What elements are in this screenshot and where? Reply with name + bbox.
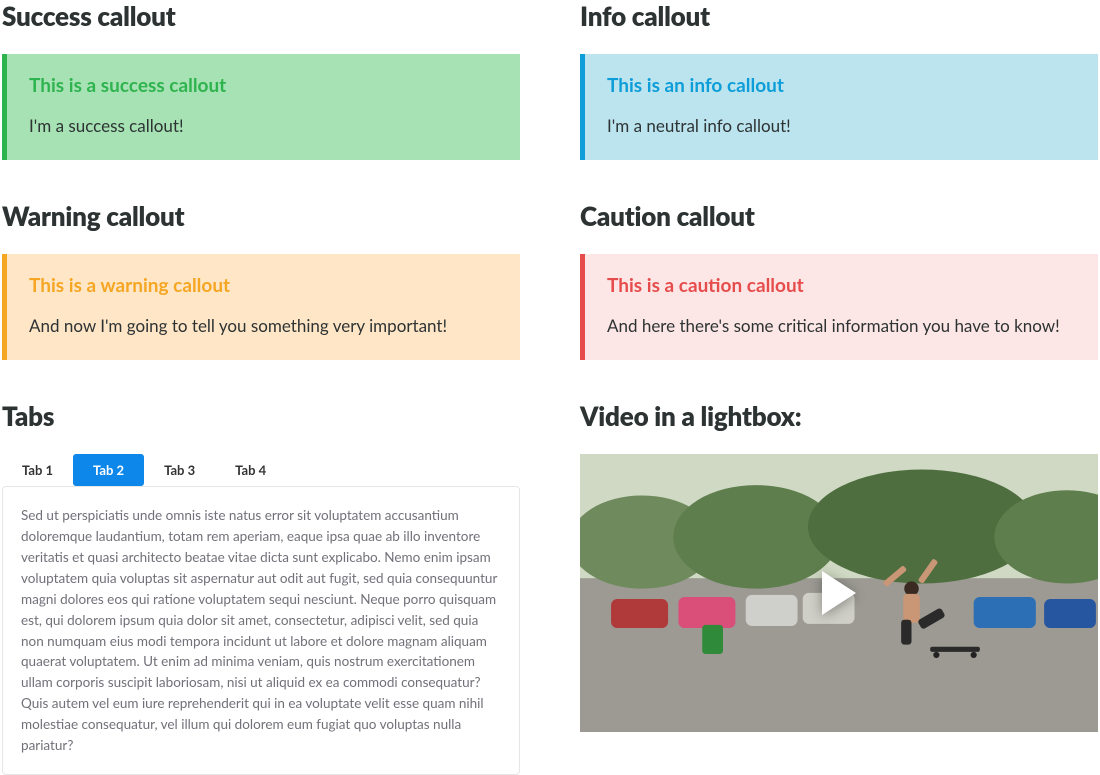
play-icon — [822, 571, 856, 615]
tab-1[interactable]: Tab 1 — [2, 454, 73, 486]
tab-panel: Sed ut perspiciatis unde omnis iste natu… — [2, 486, 520, 775]
warning-callout: This is a warning callout And now I'm go… — [2, 254, 520, 360]
success-heading: Success callout — [2, 0, 520, 32]
caution-callout-body: And here there's some critical informati… — [607, 315, 1076, 336]
video-section: Video in a lightbox: — [580, 400, 1098, 775]
info-callout-title: This is an info callout — [607, 74, 1076, 97]
info-heading: Info callout — [580, 0, 1098, 32]
warning-callout-body: And now I'm going to tell you something … — [29, 315, 498, 336]
tab-bar: Tab 1 Tab 2 Tab 3 Tab 4 — [2, 454, 520, 486]
warning-heading: Warning callout — [2, 200, 520, 232]
tab-3[interactable]: Tab 3 — [144, 454, 215, 486]
tabs-heading: Tabs — [2, 400, 520, 432]
tab-4[interactable]: Tab 4 — [215, 454, 286, 486]
info-callout-body: I'm a neutral info callout! — [607, 115, 1076, 136]
success-callout: This is a success callout I'm a success … — [2, 54, 520, 160]
tabs-section: Tabs Tab 1 Tab 2 Tab 3 Tab 4 Sed ut pers… — [2, 400, 520, 775]
success-section: Success callout This is a success callou… — [2, 0, 520, 160]
caution-callout: This is a caution callout And here there… — [580, 254, 1098, 360]
caution-callout-title: This is a caution callout — [607, 274, 1076, 297]
success-callout-title: This is a success callout — [29, 74, 498, 97]
warning-section: Warning callout This is a warning callou… — [2, 200, 520, 360]
warning-callout-title: This is a warning callout — [29, 274, 498, 297]
info-section: Info callout This is an info callout I'm… — [580, 0, 1098, 160]
success-callout-body: I'm a success callout! — [29, 115, 498, 136]
caution-heading: Caution callout — [580, 200, 1098, 232]
caution-section: Caution callout This is a caution callou… — [580, 200, 1098, 360]
tab-2[interactable]: Tab 2 — [73, 454, 144, 486]
video-heading: Video in a lightbox: — [580, 400, 1098, 432]
info-callout: This is an info callout I'm a neutral in… — [580, 54, 1098, 160]
video-lightbox-trigger[interactable] — [580, 454, 1098, 732]
